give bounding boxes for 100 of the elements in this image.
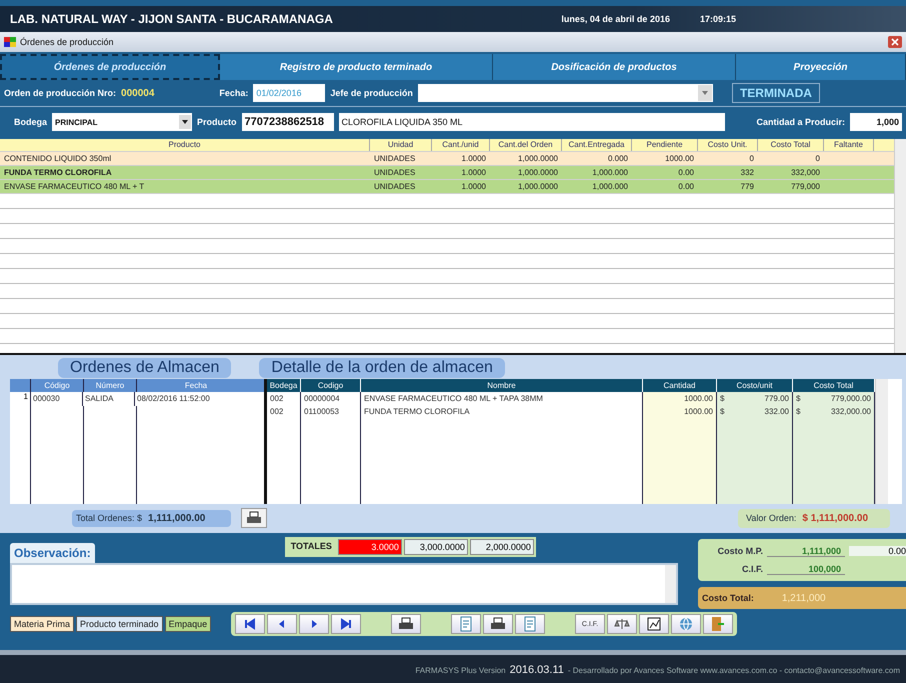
- scale-icon: [614, 617, 630, 631]
- chart-button[interactable]: [639, 614, 670, 634]
- first-button[interactable]: [235, 614, 266, 634]
- printer-button[interactable]: [391, 614, 422, 634]
- total-orders-label: Total Ordenes: $: [76, 513, 142, 523]
- cost-value: 0.00: [849, 546, 906, 556]
- order-value: $ 1,111,000.00: [802, 512, 868, 524]
- column-header[interactable]: Unidad: [370, 139, 432, 151]
- app-icon: [4, 36, 16, 48]
- column-header[interactable]: Cant./unid: [432, 139, 490, 151]
- table-cell: 779: [740, 182, 754, 191]
- observation-label: Observación:: [10, 543, 95, 563]
- printer-button[interactable]: [483, 614, 514, 634]
- table-cell: 1,000.0000: [518, 168, 558, 177]
- doc-button[interactable]: [451, 614, 482, 634]
- date-label: Fecha:: [219, 88, 248, 98]
- last-icon: [340, 618, 352, 630]
- window-title: Órdenes de producción: [20, 37, 115, 47]
- table-cell: 00000004: [301, 392, 361, 405]
- table-cell[interactable]: SALIDA: [82, 392, 134, 406]
- table-cell-text: 332,000.00: [830, 406, 871, 418]
- column-header[interactable]: Nombre: [361, 379, 643, 392]
- column-header[interactable]: Pendiente: [632, 139, 698, 151]
- column-header[interactable]: Producto: [0, 139, 370, 151]
- table-cell[interactable]: 08/02/2016 11:52:00: [134, 392, 252, 406]
- table-cell: 1.0000: [462, 182, 486, 191]
- prev-button[interactable]: [267, 614, 298, 634]
- legend-item: Producto terminado: [76, 616, 163, 632]
- product-code-field[interactable]: 7707238862518: [242, 113, 334, 131]
- table-cell: 1.0000: [462, 168, 486, 177]
- observation-field[interactable]: [10, 563, 678, 605]
- product-name-field[interactable]: CLOROFILA LIQUIDA 350 ML: [338, 113, 725, 131]
- table-cell: 0.000: [608, 154, 628, 163]
- table-cell: FUNDA TERMO CLOROFILA: [4, 168, 112, 177]
- material-row[interactable]: FUNDA TERMO CLOROFILA UNIDADES 1.0000 1,000.0000 1,000.000 0.00 332 332,000: [0, 166, 894, 180]
- column-header[interactable]: Cant.Entregada: [562, 139, 632, 151]
- cost-label: C.I.F.: [740, 564, 763, 574]
- table-cell: 01100053: [301, 405, 361, 418]
- cost-value: 1,111,000: [767, 546, 845, 556]
- close-icon[interactable]: [888, 36, 902, 48]
- column-header[interactable]: Codigo: [301, 379, 361, 392]
- printer-icon: [398, 617, 414, 631]
- column-header[interactable]: Bodega: [267, 379, 301, 392]
- tab[interactable]: Proyección: [736, 54, 906, 80]
- table-cell: 332: [740, 168, 754, 177]
- column-header[interactable]: Cant.del Orden: [490, 139, 562, 151]
- legend-item: Empaque: [164, 616, 212, 632]
- currency-sign: $: [796, 393, 800, 405]
- scrollbar[interactable]: [875, 379, 888, 504]
- total-value: 2,000.0000: [470, 539, 534, 555]
- exit-button[interactable]: [703, 614, 734, 634]
- table-cell: CONTENIDO LIQUIDO 350ml: [4, 154, 112, 163]
- document-icon: [523, 616, 538, 632]
- warehouse-label: Bodega: [14, 117, 48, 127]
- table-cell[interactable]: 000030: [30, 392, 82, 406]
- table-cell: 1000.00: [665, 154, 694, 163]
- next-button[interactable]: [299, 614, 330, 634]
- last-button[interactable]: [331, 614, 362, 634]
- print-button[interactable]: [241, 508, 268, 528]
- document-icon: [459, 616, 474, 632]
- exit-icon: [711, 616, 726, 632]
- currency-sign: $: [720, 406, 724, 418]
- version-text: 2016.03.11: [510, 664, 564, 676]
- first-icon: [244, 618, 256, 630]
- table-cell: 779,000: [791, 182, 820, 191]
- table-cell-text: 779,000.00: [830, 393, 871, 405]
- table-cell: 0: [750, 154, 754, 163]
- material-row[interactable]: CONTENIDO LIQUIDO 350ml UNIDADES 1.0000 1,000.0000 0.000 1000.00 0 0: [0, 152, 894, 166]
- panel-title: Ordenes de Almacen: [58, 358, 232, 378]
- column-header[interactable]: Faltante: [824, 139, 874, 151]
- scale-button[interactable]: [607, 614, 638, 634]
- total-value: 3,000.0000: [404, 539, 468, 555]
- quantity-field[interactable]: 1,000: [850, 113, 902, 131]
- table-cell: 1000.00: [643, 392, 717, 405]
- order-number-label: Orden de producción Nro:: [4, 88, 116, 98]
- table-cell: 002: [267, 405, 301, 418]
- scrollbar[interactable]: [665, 565, 676, 603]
- legend-item: Materia Prima: [10, 616, 74, 632]
- doc-button[interactable]: [515, 614, 546, 634]
- tab[interactable]: Registro de producto terminado: [220, 54, 493, 80]
- column-header[interactable]: Costo Total: [758, 139, 824, 151]
- chief-label: Jefe de producción: [330, 88, 413, 98]
- table-cell: 002: [267, 392, 301, 405]
- table-cell: 0: [816, 154, 820, 163]
- footer-text: FARMASYS Plus Version: [415, 666, 506, 674]
- tab[interactable]: Dosificación de productos: [493, 54, 736, 80]
- table-cell: 0.00: [678, 168, 694, 177]
- table-cell: 1000.00: [643, 405, 717, 418]
- table-cell: ENVASE FARMACEUTICO 480 ML + T: [4, 182, 144, 191]
- column-header[interactable]: Costo Unit.: [698, 139, 758, 151]
- material-row[interactable]: ENVASE FARMACEUTICO 480 ML + T UNIDADES 1.0000 1,000.0000 1,000.000 0.00 779 779,000: [0, 180, 894, 194]
- warehouse-dropdown[interactable]: PRINCIPAL: [52, 113, 192, 131]
- tab[interactable]: Órdenes de producción: [0, 54, 220, 80]
- table-cell: UNIDADES: [374, 182, 416, 191]
- cost-label: Costo M.P.: [716, 546, 763, 556]
- scrollbar[interactable]: [894, 139, 906, 353]
- table-cell: 1,000.000: [592, 182, 628, 191]
- total-cost-value: 1,211,000: [782, 592, 826, 604]
- total-cost-label: Costo Total:: [702, 593, 754, 603]
- total-value: 3.0000: [338, 539, 402, 555]
